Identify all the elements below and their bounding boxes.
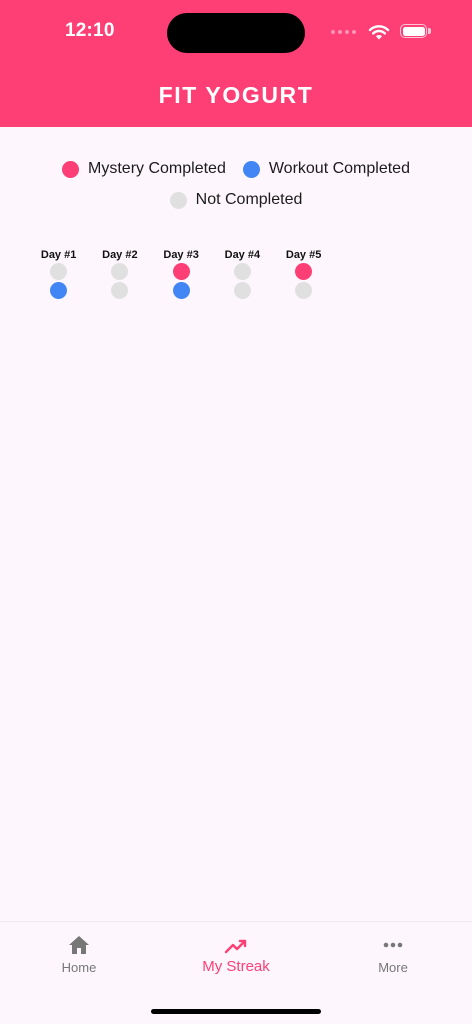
dynamic-island (167, 13, 305, 53)
streak-grid: Day #1 Day #2 Day #3 Day #4 Day #5 (28, 248, 334, 299)
trending-up-icon (224, 939, 247, 954)
day-label: Day #1 (40, 249, 77, 261)
status-icons (331, 22, 432, 42)
day-workout-dot (50, 282, 68, 299)
day-label: Day #5 (285, 249, 322, 261)
tab-more-label: More (378, 960, 408, 975)
cellular-signal-icon (331, 30, 356, 34)
tab-my-streak-label: My Streak (202, 958, 270, 975)
day-workout-dot (233, 282, 251, 299)
day-workout-dot (172, 282, 190, 299)
home-indicator (151, 1009, 321, 1014)
mystery-dot-icon (62, 160, 80, 178)
day-column: Day #5 (273, 248, 334, 299)
tab-my-streak[interactable]: My Streak (176, 934, 296, 975)
workout-dot-icon (242, 160, 260, 178)
legend-item-not-completed: Not Completed (169, 191, 303, 209)
day-mystery-dot (233, 263, 251, 280)
day-mystery-dot (172, 263, 190, 280)
legend-item-workout: Workout Completed (242, 160, 410, 178)
more-horizontal-icon (383, 942, 403, 948)
day-workout-dot (111, 282, 129, 299)
day-mystery-dot (295, 263, 313, 280)
app-title: FIT YOGURT (158, 82, 314, 108)
day-label: Day #2 (102, 249, 138, 261)
day-column: Day #4 (212, 248, 273, 299)
day-label: Day #4 (224, 249, 261, 261)
day-mystery-dot (111, 263, 129, 280)
tab-home-label: Home (61, 960, 97, 975)
status-time: 12:10 (65, 20, 115, 41)
wifi-icon (368, 25, 390, 40)
app-header: 12:10 FIT YOGURT (0, 0, 472, 127)
day-workout-dot (295, 282, 313, 299)
day-column: Day #2 (89, 248, 150, 299)
day-mystery-dot (50, 263, 68, 280)
day-column: Day #3 (151, 248, 212, 299)
home-icon (69, 936, 89, 954)
day-label: Day #3 (163, 249, 199, 261)
battery-icon (400, 24, 432, 40)
day-column: Day #1 (28, 248, 89, 299)
not-completed-dot-icon (169, 191, 187, 209)
legend-label-mystery: Mystery Completed (88, 160, 226, 177)
legend-item-mystery: Mystery Completed (62, 160, 226, 178)
tab-more[interactable]: More (333, 934, 453, 975)
tab-home[interactable]: Home (19, 934, 139, 975)
legend-label-workout: Workout Completed (268, 160, 410, 177)
legend-second-row: Not Completed (0, 191, 472, 209)
legend-label-not-completed: Not Completed (195, 191, 303, 208)
legend: Mystery Completed Workout Completed (0, 160, 472, 178)
